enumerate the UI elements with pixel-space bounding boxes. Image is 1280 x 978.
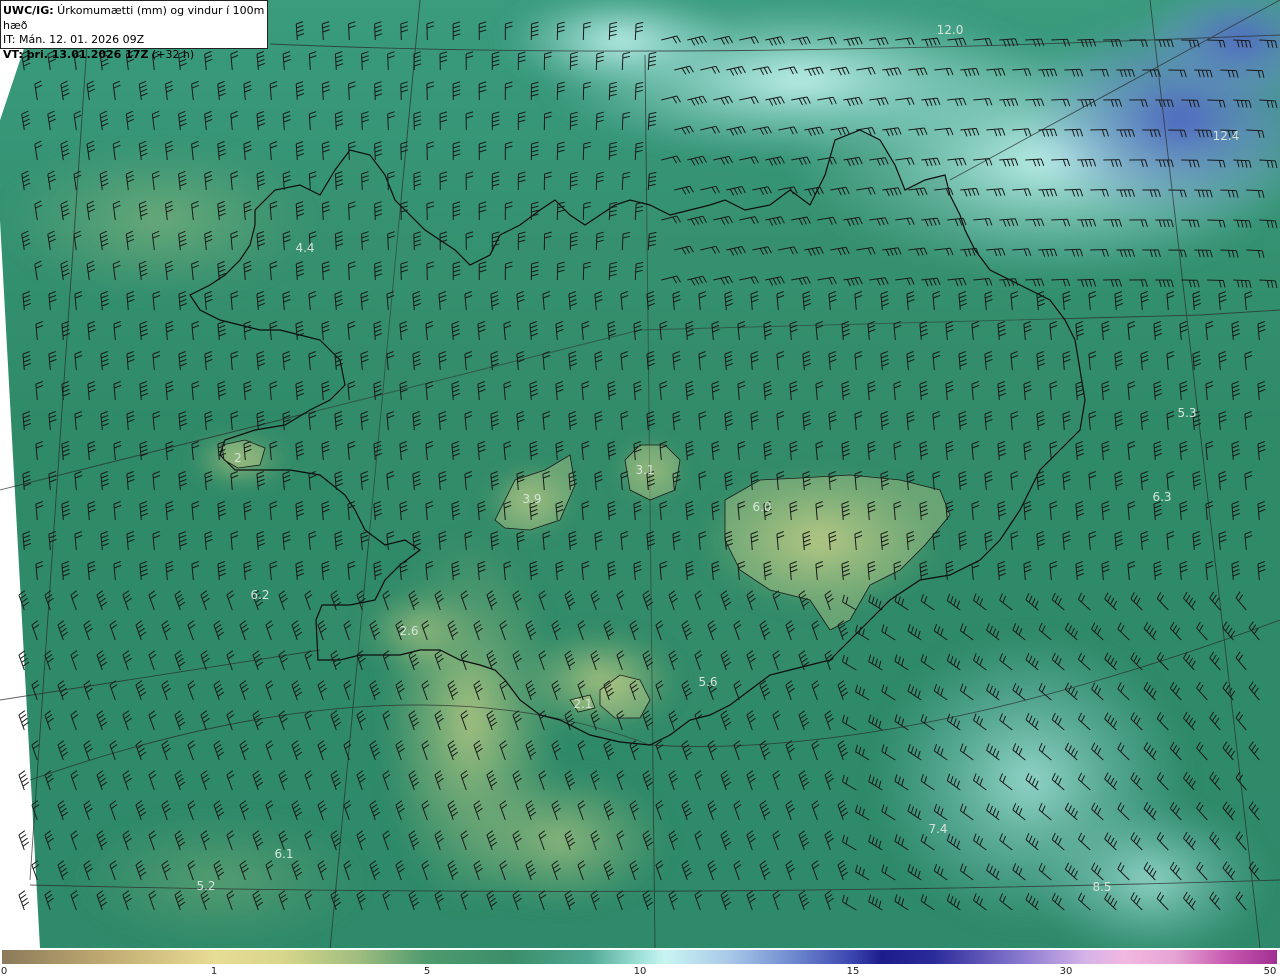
wind-barb bbox=[18, 770, 30, 791]
colorbar-tick: 5 bbox=[423, 966, 431, 977]
value-label: 2 bbox=[234, 451, 242, 465]
model-code: UWC/IG: bbox=[3, 4, 54, 17]
value-label: 5.3 bbox=[1177, 406, 1196, 420]
value-label: 4.4 bbox=[295, 241, 314, 255]
value-label: 12.4 bbox=[1213, 129, 1240, 143]
valid-time-line: VT: þri. 13.01.2026 17Z (+32 h) bbox=[3, 48, 265, 63]
colorbar-tick: 1 bbox=[210, 966, 218, 977]
colorbar bbox=[2, 950, 1277, 964]
wind-barb bbox=[18, 890, 30, 911]
colorbar-tick: 10 bbox=[633, 966, 647, 977]
value-label: 3.1 bbox=[635, 463, 654, 477]
value-label: 12.0 bbox=[937, 23, 964, 37]
value-label: 6.2 bbox=[250, 588, 269, 602]
value-label: 7.4 bbox=[928, 822, 947, 836]
value-label: 6.0 bbox=[752, 500, 771, 514]
value-label: 5.2 bbox=[196, 879, 215, 893]
init-time: IT: Mán. 12. 01. 2026 09Z bbox=[3, 33, 145, 46]
value-label: 5.6 bbox=[698, 675, 717, 689]
wind-barb bbox=[18, 830, 30, 851]
value-label: 6.1 bbox=[274, 847, 293, 861]
colorbar-tick: 50 bbox=[1263, 966, 1277, 977]
value-label: 6.3 bbox=[1152, 490, 1171, 504]
colorbar-legend: 0 1 5 10 15 30 50 bbox=[0, 948, 1280, 978]
colorbar-tick: 0 bbox=[0, 966, 8, 977]
value-label: 8.5 bbox=[1092, 880, 1111, 894]
title-line: UWC/IG: Úrkomumætti (mm) og vindur í 100… bbox=[3, 4, 265, 33]
lead-time: (+32 h) bbox=[148, 47, 195, 61]
value-label: 3.9 bbox=[522, 492, 541, 506]
map: 12.0 12.4 4.4 5.3 6.3 3.1 3.9 6.0 6.2 2.… bbox=[0, 0, 1280, 948]
colorbar-tick: 15 bbox=[846, 966, 860, 977]
value-label: 2.1 bbox=[573, 697, 592, 711]
valid-time: VT: þri. 13.01.2026 17Z bbox=[3, 47, 149, 61]
forecast-info-box: UWC/IG: Úrkomumætti (mm) og vindur í 100… bbox=[0, 0, 268, 61]
value-label: 2.6 bbox=[399, 624, 418, 638]
colorbar-tick: 30 bbox=[1059, 966, 1073, 977]
